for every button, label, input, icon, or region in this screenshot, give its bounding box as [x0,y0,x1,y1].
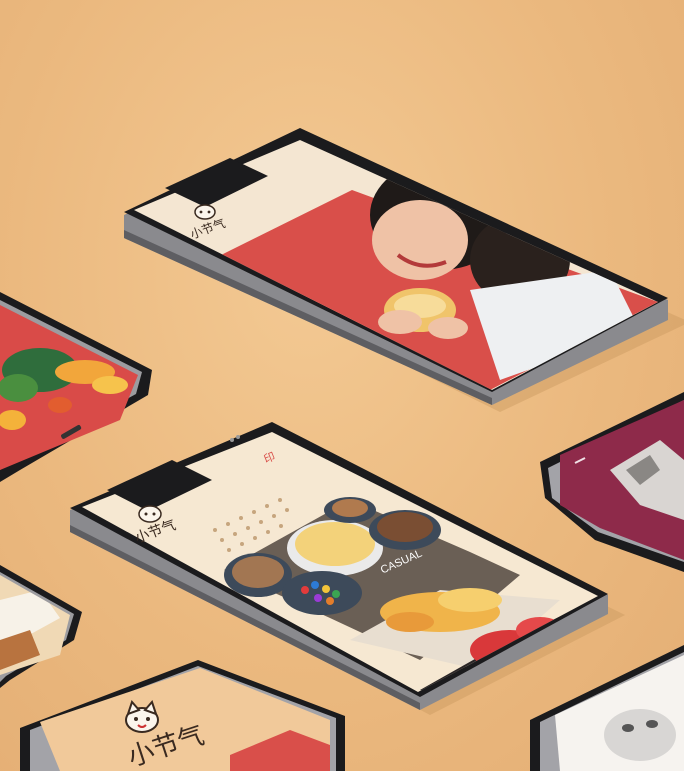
cat-logo-icon [138,505,162,523]
bowl-candy [282,571,362,615]
phone-middle-center: CASUAL 小节气 印 [0,0,684,771]
phone-mockup-scene: 小节气 小节气 CASUAL 小节气 印 [0,0,684,771]
